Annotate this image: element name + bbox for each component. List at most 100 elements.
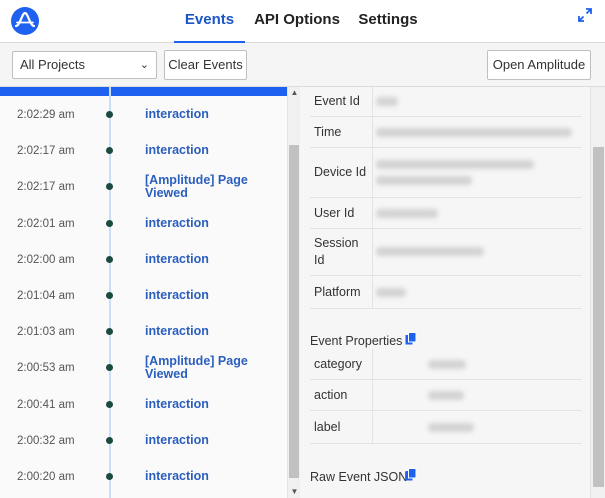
event-row[interactable]: 2:00:41 am interaction <box>0 386 287 422</box>
event-row[interactable]: 2:01:04 am interaction <box>0 277 287 313</box>
event-time: 2:01:04 am <box>17 290 75 302</box>
property-value-redacted <box>428 360 466 369</box>
timeline-dot-icon <box>106 219 113 227</box>
property-divider <box>372 380 373 410</box>
event-row[interactable]: 2:02:17 am interaction <box>0 132 287 168</box>
event-properties-title: Event Properties <box>310 334 403 348</box>
event-row[interactable]: 2:00:20 am interaction <box>0 458 287 494</box>
property-key: label <box>314 420 341 434</box>
event-row[interactable]: 2:00:53 am [Amplitude] Page Viewed <box>0 349 287 385</box>
detail-value-redacted <box>376 209 438 218</box>
event-name-link[interactable]: interaction <box>145 433 280 447</box>
event-name-link[interactable]: interaction <box>145 289 280 302</box>
raw-event-json-title: Raw Event JSON <box>310 470 408 484</box>
event-row[interactable]: 2:02:29 am interaction <box>0 96 287 132</box>
event-name-link[interactable]: interaction <box>145 252 280 266</box>
detail-divider <box>372 276 373 308</box>
timeline-dot-icon <box>106 147 113 155</box>
event-row[interactable]: 2:02:17 am [Amplitude] Page Viewed <box>0 168 287 204</box>
timeline-dot-icon <box>106 400 113 408</box>
detail-key: Device Id <box>314 165 367 179</box>
timeline-dot-icon <box>106 436 113 444</box>
event-row[interactable]: 2:01:03 am interaction <box>0 313 287 349</box>
event-name-link[interactable]: interaction <box>145 144 280 157</box>
detail-value-redacted <box>376 160 534 169</box>
timeline-dot-icon <box>106 292 113 299</box>
event-time: 2:01:03 am <box>17 326 75 339</box>
event-name-link[interactable]: interaction <box>145 397 280 411</box>
open-amplitude-button[interactable]: Open Amplitude <box>487 50 591 80</box>
property-value-redacted <box>428 423 474 432</box>
event-row[interactable]: 2:00:32 am interaction <box>0 422 287 458</box>
event-row[interactable]: 2:02:01 am interaction <box>0 205 287 241</box>
event-time: 2:00:32 am <box>17 434 75 447</box>
detail-divider <box>372 148 373 197</box>
property-key: action <box>314 388 348 402</box>
event-row[interactable]: 2:02:00 am interaction <box>0 241 287 277</box>
event-list: 2:02:29 am interaction 2:02:17 am interacti… <box>0 87 300 498</box>
event-list-scrollbar[interactable]: ▲ ▼ <box>287 87 300 498</box>
event-time: 2:02:17 am <box>17 145 75 158</box>
details-scrollbar[interactable] <box>590 87 605 498</box>
project-select-value: All Projects <box>20 57 86 72</box>
property-divider <box>372 349 373 379</box>
detail-divider <box>372 87 373 116</box>
event-time: 2:02:17 am <box>17 181 75 194</box>
event-name-link[interactable]: [Amplitude] Page Viewed <box>145 174 280 200</box>
tab-api-options[interactable]: API Options <box>252 0 342 43</box>
detail-row-platform: Platform <box>310 276 582 309</box>
timeline-dot-icon <box>106 364 113 372</box>
detail-value-redacted <box>376 97 398 106</box>
detail-key: User Id <box>314 206 355 220</box>
event-time: 2:02:00 am <box>17 253 75 266</box>
timeline-dot-icon <box>106 255 113 263</box>
event-time: 2:00:20 am <box>17 471 75 483</box>
detail-key: Time <box>314 125 342 139</box>
clear-events-button[interactable]: Clear Events <box>164 50 247 80</box>
timeline-dot-icon <box>106 183 113 191</box>
detail-value-redacted <box>376 176 472 185</box>
scrollbar-thumb[interactable] <box>593 147 604 487</box>
property-divider <box>372 411 373 443</box>
expand-icon[interactable] <box>578 8 592 22</box>
event-time: 2:00:53 am <box>17 362 75 375</box>
event-name-link[interactable]: interaction <box>145 108 280 121</box>
top-bar: Events API Options Settings <box>0 0 605 44</box>
timeline-dot-icon <box>106 328 113 336</box>
event-name-link[interactable]: interaction <box>145 325 280 338</box>
tab-settings[interactable]: Settings <box>355 0 421 43</box>
copy-event-properties-icon[interactable] <box>405 332 417 345</box>
amplitude-logo-icon <box>11 7 39 35</box>
toolbar: All Projects ⌄ Clear Events Open Amplitu… <box>0 43 605 87</box>
chevron-down-icon: ⌄ <box>139 59 149 71</box>
detail-key: Event Id <box>314 94 360 108</box>
detail-divider <box>372 229 373 275</box>
detail-key: Session Id <box>314 236 359 267</box>
detail-row-event-id: Event Id <box>310 87 582 117</box>
event-time: 2:02:29 am <box>17 109 75 121</box>
scrollbar-thumb[interactable] <box>289 145 299 478</box>
detail-divider <box>372 117 373 147</box>
tab-events[interactable]: Events <box>174 0 245 44</box>
event-name-link[interactable]: interaction <box>145 470 280 483</box>
property-row-category: category <box>310 349 582 380</box>
detail-row-time: Time <box>310 117 582 148</box>
project-select[interactable]: All Projects ⌄ <box>12 51 157 79</box>
timeline-dot-icon <box>106 473 113 480</box>
event-time: 2:02:01 am <box>17 217 75 230</box>
detail-value-redacted <box>376 247 484 256</box>
copy-raw-json-icon[interactable] <box>405 468 417 481</box>
property-key: category <box>314 357 362 371</box>
property-row-label: label <box>310 411 582 444</box>
detail-key: Platform <box>314 285 361 299</box>
property-row-action: action <box>310 380 582 411</box>
detail-divider <box>372 198 373 228</box>
event-name-link[interactable]: [Amplitude] Page Viewed <box>145 355 280 381</box>
detail-row-session-id: Session Id <box>310 229 582 276</box>
detail-row-user-id: User Id <box>310 198 582 229</box>
selected-event-indicator <box>0 87 287 96</box>
event-time: 2:00:41 am <box>17 398 75 411</box>
timeline-dot-icon <box>106 111 113 118</box>
detail-row-device-id: Device Id <box>310 148 582 198</box>
event-name-link[interactable]: interaction <box>145 216 280 230</box>
